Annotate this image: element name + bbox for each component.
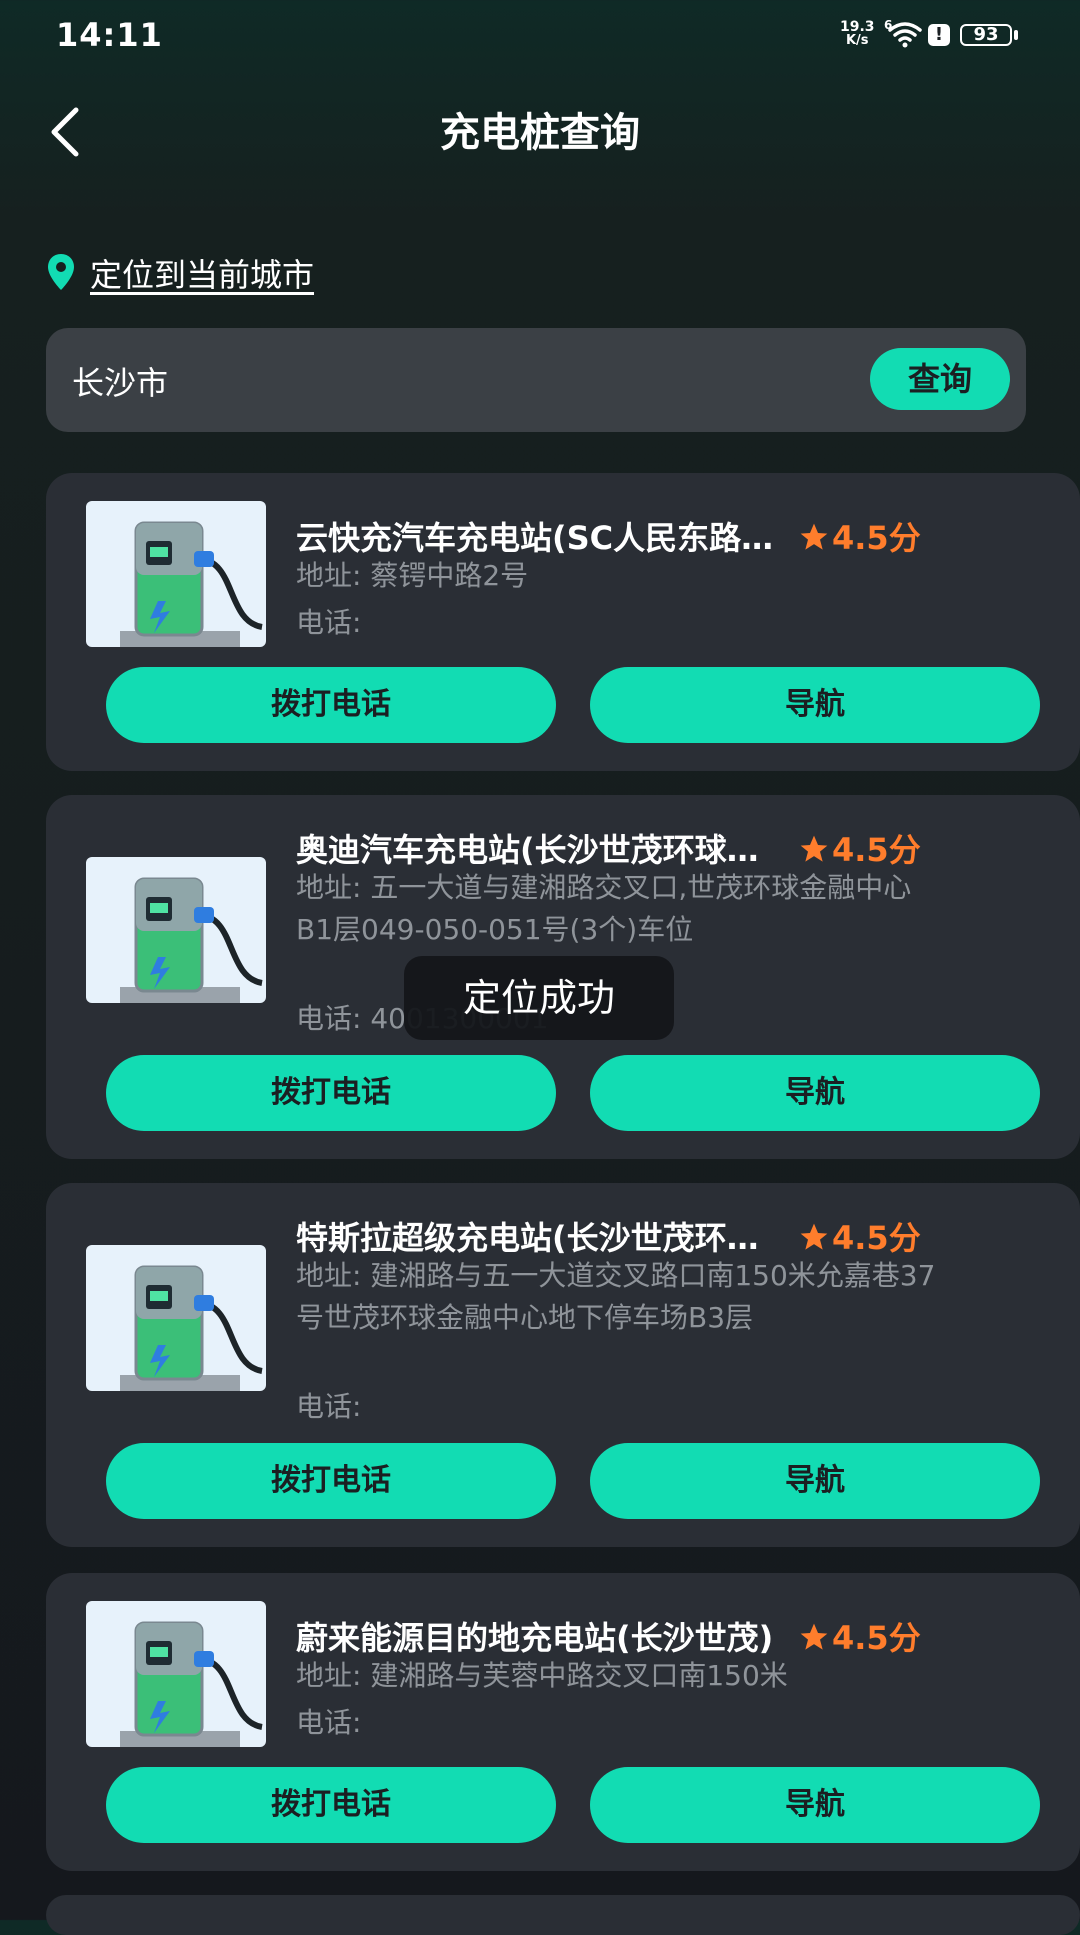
station-address: 地址: 建湘路与五一大道交叉路口南150米允嘉巷37号世茂环球金融中心地下停车场…: [296, 1259, 936, 1334]
station-rating: 4.5分: [798, 825, 921, 871]
star-icon: [800, 1623, 828, 1650]
station-rating: 4.5分: [798, 1213, 921, 1259]
call-button[interactable]: 拨打电话: [106, 1055, 556, 1131]
charger-image: [86, 1245, 266, 1391]
station-rating-value: 4.5分: [832, 519, 921, 557]
navigate-button[interactable]: 导航: [590, 1767, 1040, 1843]
network-speed-value: 19.3: [840, 19, 875, 35]
charger-image: [86, 501, 266, 647]
ev-charger-icon: [120, 1265, 263, 1391]
status-time: 14:11: [56, 16, 163, 54]
alert-icon: !: [928, 24, 950, 46]
star-icon: [800, 523, 828, 550]
status-bar: 14:11 19.3 K/s 6 ! 93: [0, 0, 1080, 70]
station-card: 云快充汽车充电站(SC人民东路站) 4.5分 地址: 蔡锷中路2号 电话: 拨打…: [46, 473, 1080, 771]
station-rating: 4.5分: [798, 1613, 921, 1659]
station-name[interactable]: 蔚来能源目的地充电站(长沙世茂): [296, 1613, 776, 1659]
network-speed-unit: K/s: [845, 33, 869, 48]
call-button[interactable]: 拨打电话: [106, 667, 556, 743]
station-rating: 4.5分: [798, 513, 921, 559]
station-address: 地址: 建湘路与芙蓉中路交叉口南150米: [296, 1659, 788, 1692]
call-button[interactable]: 拨打电话: [106, 1443, 556, 1519]
station-phone: 电话:: [296, 1706, 362, 1739]
station-phone: 电话:: [296, 606, 362, 639]
station-card-partial: [46, 1895, 1080, 1935]
station-name[interactable]: 特斯拉超级充电站(长沙世茂环球金融中心): [296, 1213, 776, 1259]
locate-current-city-link[interactable]: 定位到当前城市: [90, 250, 314, 296]
station-phone: 电话:: [296, 1390, 362, 1423]
station-card: 特斯拉超级充电站(长沙世茂环球金融中心) 4.5分 地址: 建湘路与五一大道交叉…: [46, 1183, 1080, 1547]
star-icon: [800, 1223, 828, 1250]
city-search-bar: 查询: [46, 328, 1026, 432]
city-search-input[interactable]: [70, 348, 854, 414]
station-rating-value: 4.5分: [832, 831, 921, 869]
query-button[interactable]: 查询: [870, 348, 1010, 410]
star-icon: [800, 835, 828, 862]
page-title: 充电桩查询: [440, 110, 640, 156]
charger-image: [86, 1601, 266, 1747]
network-speed: 19.3 K/s: [840, 20, 875, 48]
station-name[interactable]: 云快充汽车充电站(SC人民东路站): [296, 513, 776, 559]
navigate-button[interactable]: 导航: [590, 1443, 1040, 1519]
location-pin-icon: [48, 254, 74, 290]
call-button[interactable]: 拨打电话: [106, 1767, 556, 1843]
navigate-button[interactable]: 导航: [590, 1055, 1040, 1131]
station-address: 地址: 五一大道与建湘路交叉口,世茂环球金融中心B1层049-050-051号(…: [296, 871, 912, 946]
battery-level: 93: [973, 24, 999, 45]
ev-charger-icon: [120, 877, 263, 1003]
toast-message: 定位成功: [404, 956, 674, 1040]
station-rating-value: 4.5分: [832, 1219, 921, 1257]
battery-icon: 93: [960, 24, 1012, 46]
wifi-icon: [888, 22, 922, 48]
station-name[interactable]: 奥迪汽车充电站(长沙世茂环球金融中心): [296, 825, 776, 871]
battery-tip: [1014, 30, 1018, 40]
station-rating-value: 4.5分: [832, 1619, 921, 1657]
charger-image: [86, 857, 266, 1003]
station-address: 地址: 蔡锷中路2号: [296, 559, 529, 592]
navigate-button[interactable]: 导航: [590, 667, 1040, 743]
ev-charger-icon: [120, 1621, 263, 1747]
ev-charger-icon: [120, 521, 263, 647]
station-card: 蔚来能源目的地充电站(长沙世茂) 4.5分 地址: 建湘路与芙蓉中路交叉口南15…: [46, 1573, 1080, 1871]
